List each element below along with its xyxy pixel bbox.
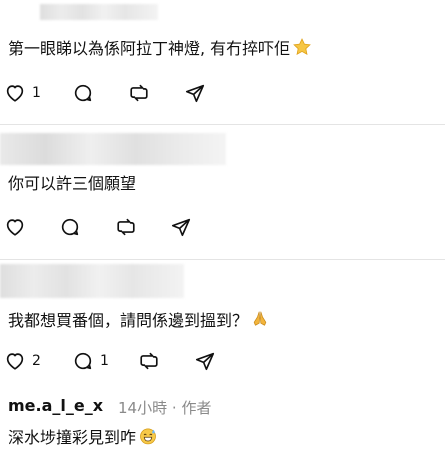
reply-button[interactable] <box>72 81 94 105</box>
repost-icon <box>130 84 148 102</box>
send-icon <box>185 84 205 103</box>
share-button[interactable] <box>184 81 206 105</box>
comment-text: 深水埗撞彩見到咋 <box>8 426 158 451</box>
comment-3: 我都想買番個，請問係邊到搵到？ 2 1 <box>0 260 445 385</box>
blurred-header <box>40 4 158 20</box>
blurred-header <box>0 133 226 165</box>
repost-button[interactable] <box>128 81 150 105</box>
comment-2: 你可以許三個願望 <box>0 125 445 259</box>
reply-button[interactable] <box>59 215 81 239</box>
username[interactable]: me.a_l_e_x <box>8 396 103 415</box>
like-button[interactable] <box>4 215 32 239</box>
folded-hands-emoji <box>250 309 270 334</box>
heart-icon <box>6 85 24 102</box>
star-emoji <box>292 37 312 62</box>
repost-icon <box>117 218 135 236</box>
comment-meta: 14小時 · 作者 <box>118 397 211 418</box>
send-icon <box>171 218 191 237</box>
comment-feed: 第一眼睇以為係阿拉丁神燈, 有冇捽吓佢 1 你可以許三個願望 我都想買番個，請問… <box>0 0 445 464</box>
speech-bubble-icon <box>74 352 92 370</box>
repost-button[interactable] <box>138 349 160 373</box>
like-button[interactable]: 1 <box>4 81 41 105</box>
timestamp: 14小時 <box>118 399 168 417</box>
like-count: 2 <box>32 353 41 369</box>
like-count: 1 <box>32 85 41 101</box>
comment-text: 我都想買番個，請問係邊到搵到？ <box>8 309 270 334</box>
comment-actions <box>4 215 191 239</box>
share-button[interactable] <box>194 349 216 373</box>
repost-button[interactable] <box>115 215 137 239</box>
speech-bubble-icon <box>74 84 92 102</box>
reply-count: 1 <box>100 353 109 369</box>
speech-bubble-icon <box>61 218 79 236</box>
repost-icon <box>140 352 158 370</box>
reply-button[interactable]: 1 <box>72 349 109 373</box>
comment-1: 第一眼睇以為係阿拉丁神燈, 有冇捽吓佢 1 <box>0 0 445 124</box>
separator: · <box>171 399 177 417</box>
comment-text: 你可以許三個願望 <box>8 174 137 193</box>
blurred-header <box>0 264 184 298</box>
grinning-sweat-emoji <box>138 426 158 451</box>
comment-actions: 2 1 <box>4 349 215 373</box>
heart-icon <box>6 353 24 370</box>
comment-text: 第一眼睇以為係阿拉丁神燈, 有冇捽吓佢 <box>8 37 312 62</box>
comment-actions: 1 <box>4 81 205 105</box>
like-button[interactable]: 2 <box>4 349 41 373</box>
share-button[interactable] <box>170 215 192 239</box>
heart-icon <box>6 219 24 236</box>
send-icon <box>195 352 215 371</box>
author-badge: 作者 <box>181 399 212 417</box>
